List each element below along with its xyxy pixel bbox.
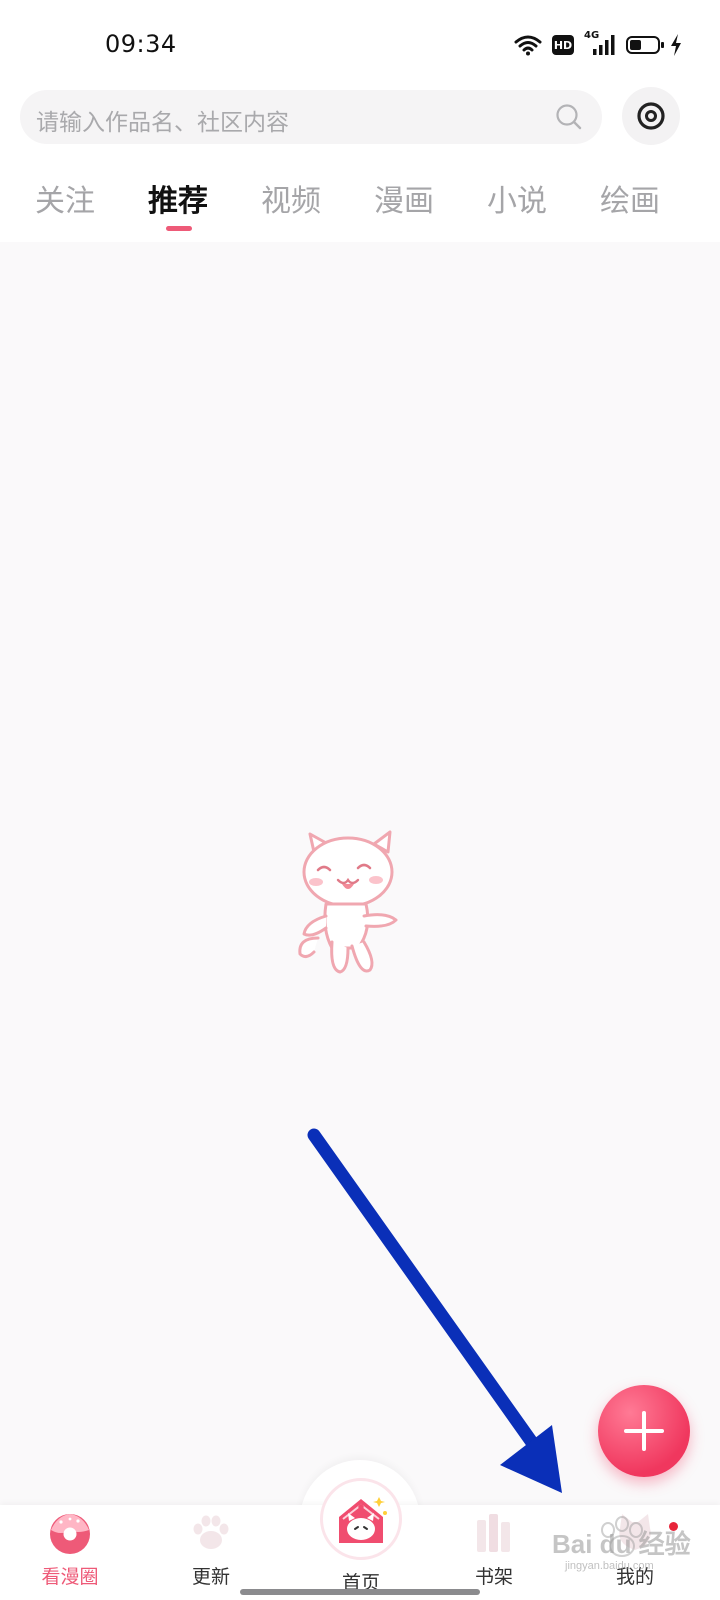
- donut-icon: [50, 1514, 90, 1554]
- tab-drawing[interactable]: 绘画: [590, 176, 670, 220]
- annotation-arrow: [307, 1128, 562, 1493]
- dancing-cat-icon: [298, 830, 398, 974]
- watermark-url: jingyan.baidu.com: [565, 1560, 654, 1572]
- nav-item-bookshelf[interactable]: 书架: [444, 1510, 544, 1589]
- nav-item-updates[interactable]: 更新: [161, 1510, 261, 1589]
- tab-comics[interactable]: 漫画: [364, 176, 444, 220]
- cellular-signal-icon: 4G: [584, 30, 616, 57]
- hd-badge: HD: [552, 35, 574, 55]
- battery-level: [630, 40, 642, 50]
- nav-label-bookshelf: 书架: [474, 1566, 513, 1588]
- wifi-icon: [514, 35, 542, 56]
- charging-bolt-icon: [671, 34, 681, 56]
- nav-label-circle: 看漫圈: [41, 1566, 99, 1588]
- tab-recommend[interactable]: 推荐: [138, 176, 218, 220]
- home-indicator[interactable]: [240, 1589, 480, 1595]
- nav-item-home[interactable]: [320, 1478, 402, 1560]
- tab-video[interactable]: 视频: [251, 176, 331, 220]
- status-time: 09:34: [105, 30, 177, 58]
- active-tab-indicator: [166, 226, 192, 231]
- status-icons: HD 4G: [514, 30, 682, 58]
- scan-icon: [637, 102, 665, 130]
- category-tabs: 关注 推荐 视频 漫画 小说 绘画: [0, 176, 720, 236]
- nav-label-updates: 更新: [191, 1566, 230, 1588]
- nav-item-circle[interactable]: 看漫圈: [20, 1510, 120, 1589]
- plus-icon: [624, 1411, 664, 1451]
- watermark-text: Bai du 经验: [552, 1529, 691, 1559]
- search-placeholder: 请输入作品名、社区内容: [36, 110, 289, 136]
- scan-button[interactable]: [622, 87, 680, 145]
- cat-house-icon: [339, 1497, 387, 1543]
- battery-icon: [626, 36, 664, 54]
- tab-follow[interactable]: 关注: [25, 176, 105, 220]
- create-post-button[interactable]: [598, 1385, 690, 1477]
- paw-icon: [193, 1515, 229, 1549]
- tab-novel[interactable]: 小说: [477, 176, 557, 220]
- search-icon[interactable]: [554, 102, 584, 132]
- books-icon: [477, 1514, 510, 1552]
